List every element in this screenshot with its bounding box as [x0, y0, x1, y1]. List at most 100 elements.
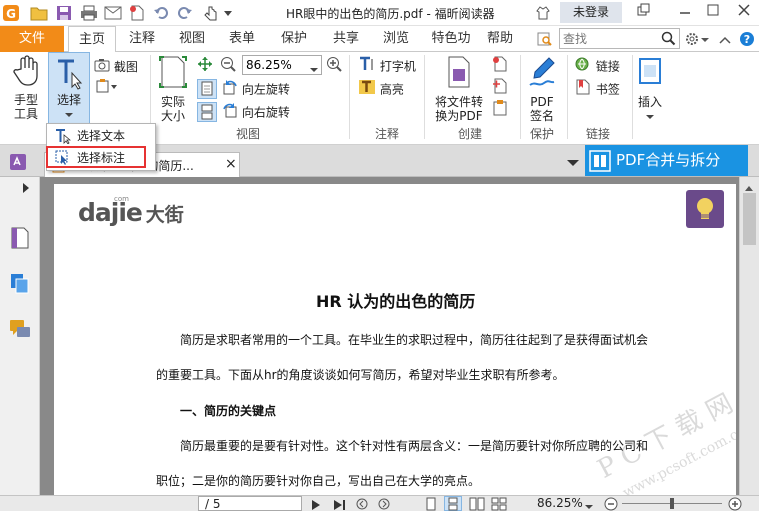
tab-share[interactable]: 共享: [326, 26, 366, 52]
create-from-scanner-button[interactable]: [492, 78, 508, 98]
zoom-dropdown-icon[interactable]: [310, 62, 318, 76]
login-button[interactable]: 未登录: [560, 2, 622, 23]
settings-gear-icon[interactable]: [683, 30, 701, 48]
select-dropdown-icon[interactable]: [49, 107, 89, 121]
document-heading: HR 认为的出色的简历: [316, 292, 476, 311]
tab-home[interactable]: 主页: [68, 26, 116, 53]
scroll-thumb[interactable]: [743, 193, 756, 245]
tab-list-dropdown-icon[interactable]: [567, 156, 579, 170]
tab-features[interactable]: 特色功: [426, 26, 476, 52]
zoom-input[interactable]: [243, 56, 305, 74]
app-start-icon[interactable]: [9, 153, 27, 174]
tab-help[interactable]: 帮助: [480, 26, 520, 52]
find-doc-icon[interactable]: [536, 30, 554, 48]
tips-lightbulb-icon[interactable]: [686, 190, 724, 228]
search-box: [559, 28, 680, 49]
new-doc-icon[interactable]: [128, 4, 146, 22]
continuous-page-icon: [200, 104, 214, 126]
comments-panel-icon[interactable]: [9, 319, 31, 344]
close-icon[interactable]: [733, 3, 755, 23]
actual-size-button[interactable]: 实际 大小: [156, 55, 190, 123]
zoom-slider-thumb[interactable]: [670, 498, 674, 509]
link-icon: [574, 56, 592, 78]
minimize-icon[interactable]: [674, 3, 696, 23]
search-input[interactable]: [560, 29, 656, 48]
pdf-page[interactable]: dajie com 大街 HR 认为的出色的简历 简历是求职者常用的一个工具。在…: [54, 184, 736, 495]
create-from-clipboard-button[interactable]: [492, 100, 508, 120]
redo-icon[interactable]: [176, 4, 194, 22]
zoom-combobox: [242, 55, 322, 75]
page-number-box[interactable]: / 5: [198, 496, 302, 511]
fit-width-button[interactable]: [197, 79, 217, 99]
continuous-view-icon[interactable]: [444, 496, 462, 511]
facing-view-icon[interactable]: [469, 497, 485, 514]
file-tab[interactable]: 文件: [0, 26, 64, 52]
screenshot-button[interactable]: 截图: [94, 57, 138, 77]
maximize-icon[interactable]: [702, 3, 724, 23]
mail-icon[interactable]: [104, 4, 122, 22]
new-pdf-icon: [492, 56, 508, 75]
typewriter-button[interactable]: 打字机: [358, 56, 416, 76]
insert-dropdown-icon[interactable]: [636, 109, 664, 123]
hand-cursor-icon[interactable]: [202, 4, 220, 22]
insert-label: 插入: [637, 95, 662, 109]
hand-tool-button[interactable]: 手型 工具: [6, 55, 46, 121]
pages-thumbnail-icon[interactable]: [10, 227, 30, 252]
ribbon-collapse-icon[interactable]: [716, 31, 734, 49]
panel-expand-icon[interactable]: [22, 182, 30, 196]
tab-protect[interactable]: 保护: [274, 26, 314, 52]
convert-to-pdf-button[interactable]: 将文件转 换为PDF: [430, 55, 488, 123]
pdf-merge-label: PDF合并与拆分: [616, 151, 721, 169]
ribbon-separator: [632, 55, 633, 139]
page-total: / 5: [205, 497, 221, 511]
bookmark-button[interactable]: 书签: [574, 79, 620, 99]
pdf-sign-button[interactable]: PDF 签名: [524, 55, 560, 123]
continuous-page-button[interactable]: [197, 102, 217, 122]
convert-pdf-icon: [430, 55, 488, 95]
tab-close-icon[interactable]: ×: [225, 156, 237, 172]
document-viewport[interactable]: dajie com 大街 HR 认为的出色的简历 简历是求职者常用的一个工具。在…: [40, 177, 759, 495]
skin-icon[interactable]: [534, 4, 552, 22]
search-icon[interactable]: [661, 31, 676, 49]
menu-item-select-text[interactable]: 选择文本: [49, 126, 153, 146]
tab-browse[interactable]: 浏览: [376, 26, 416, 52]
layers-icon[interactable]: [10, 273, 30, 298]
insert-icon: [636, 55, 664, 95]
open-folder-icon[interactable]: [30, 4, 48, 22]
single-page-view-icon[interactable]: [424, 497, 438, 514]
app-logo-icon[interactable]: G: [2, 4, 20, 22]
actual-size-label: 实际 大小: [160, 95, 185, 123]
highlight-button[interactable]: 高亮: [358, 79, 404, 99]
paragraph-line: 简历是求职者常用的一个工具。在毕业生的求职过程中，简历往往起到了是获得面试机会: [180, 333, 649, 347]
save-icon[interactable]: [55, 4, 73, 22]
status-zoom-out-icon[interactable]: [604, 497, 618, 514]
highlight-label: 高亮: [379, 82, 404, 97]
pdf-merge-split-button[interactable]: PDF合并与拆分: [585, 145, 748, 176]
zoom-out-button[interactable]: [220, 56, 236, 76]
fit-page-button[interactable]: [197, 56, 213, 76]
help-icon[interactable]: ?: [738, 30, 756, 48]
zoom-in-button[interactable]: [326, 56, 342, 76]
select-tool-button[interactable]: 选择: [48, 52, 90, 124]
continuous-facing-view-icon[interactable]: [491, 497, 507, 514]
clipboard-button[interactable]: [96, 78, 118, 98]
settings-dropdown-icon[interactable]: [700, 31, 710, 49]
tab-view[interactable]: 视图: [172, 26, 212, 52]
dajie-logo: dajie com 大街: [78, 195, 184, 227]
link-button[interactable]: 链接: [574, 56, 620, 76]
vertical-scrollbar[interactable]: [739, 177, 759, 495]
tab-form[interactable]: 表单: [222, 26, 262, 52]
status-zoom-in-icon[interactable]: [728, 497, 742, 514]
print-icon[interactable]: [80, 4, 98, 22]
screenshot-label: 截图: [113, 60, 138, 74]
camera-icon: [94, 58, 110, 78]
navigation-panel: [0, 177, 40, 495]
create-blank-button[interactable]: [492, 56, 508, 76]
restore-icon[interactable]: [632, 3, 654, 23]
insert-button[interactable]: 插入: [636, 55, 664, 123]
rotate-right-button[interactable]: 向右旋转: [222, 102, 290, 122]
tab-annotate[interactable]: 注释: [122, 26, 162, 52]
quick-access-dropdown-icon[interactable]: [222, 4, 234, 22]
undo-icon[interactable]: [152, 4, 170, 22]
rotate-left-button[interactable]: 向左旋转: [222, 79, 290, 99]
